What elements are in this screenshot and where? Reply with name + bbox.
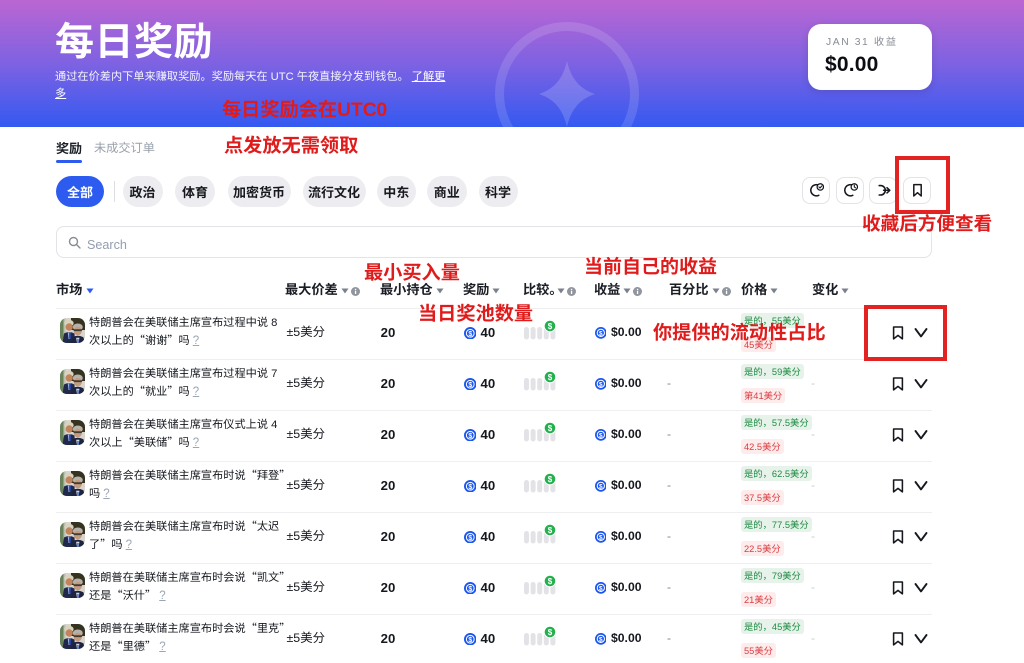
svg-text:$: $ xyxy=(548,424,553,433)
svg-text:$: $ xyxy=(548,322,553,331)
svg-text:$: $ xyxy=(468,331,472,338)
svg-text:$: $ xyxy=(468,586,472,593)
svg-text:$: $ xyxy=(548,526,553,535)
svg-text:$: $ xyxy=(548,475,553,484)
svg-text:$: $ xyxy=(599,433,603,440)
svg-text:$: $ xyxy=(599,586,603,593)
svg-text:$: $ xyxy=(599,382,603,389)
svg-text:$: $ xyxy=(548,373,553,382)
svg-text:$: $ xyxy=(599,331,603,338)
svg-text:$: $ xyxy=(548,577,553,586)
svg-text:$: $ xyxy=(468,535,472,542)
svg-text:$: $ xyxy=(468,433,472,440)
svg-text:$: $ xyxy=(468,382,472,389)
svg-text:$: $ xyxy=(599,535,603,542)
svg-text:$: $ xyxy=(548,628,553,637)
svg-text:$: $ xyxy=(468,484,472,491)
svg-text:$: $ xyxy=(468,637,472,644)
svg-text:$: $ xyxy=(599,637,603,644)
svg-text:$: $ xyxy=(599,484,603,491)
